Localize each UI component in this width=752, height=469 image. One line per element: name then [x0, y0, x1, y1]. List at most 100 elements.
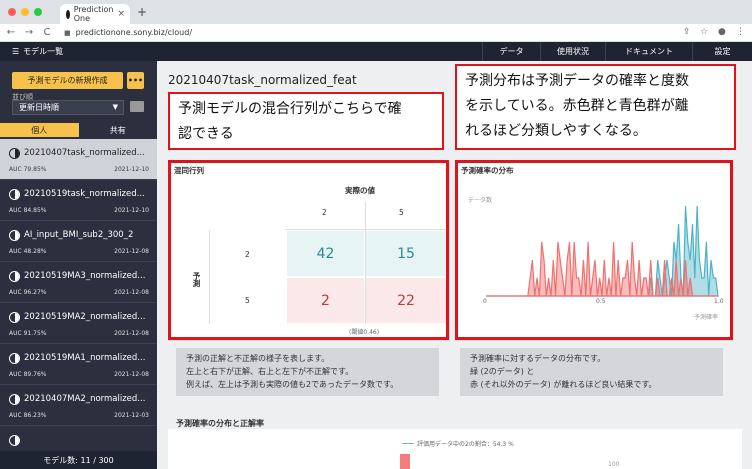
model-list-label: モデル一覧: [23, 47, 64, 56]
minimize-window-icon[interactable]: [21, 8, 29, 16]
model-date: 2021-12-03: [114, 412, 149, 419]
model-name: 20210407MA2_normalized...: [24, 394, 146, 404]
callout-line: を示している。赤色群と青色群が離: [465, 98, 689, 114]
model-name: 20210519MA2_normalized...: [24, 312, 146, 322]
new-folder-icon[interactable]: [130, 101, 144, 112]
model-auc: AUC 86.23%: [9, 412, 47, 419]
model-status-icon: [9, 435, 20, 446]
model-date: 2021-12-10: [114, 166, 149, 173]
callout-distribution: 予測分布は予測データの確率と度数 を示している。赤色群と青色群が離 れるほど分類…: [455, 64, 736, 150]
tab-title: Prediction One: [73, 5, 114, 23]
address-bar: ← → C ■ predictionone.sony.biz/cloud/ ⇪ …: [0, 24, 752, 42]
callout-line: 予測分布は予測データの確率と度数: [465, 73, 689, 89]
model-list-item[interactable]: 20210519MA1_normalized... AUC 89.76% 2021-…: [0, 344, 157, 385]
nav-data[interactable]: データ: [482, 42, 540, 61]
legend-line-icon: [402, 443, 414, 444]
desc-line: 予測の正解と不正解の様子を表します。: [186, 354, 330, 363]
model-name: AI_input_BMI_sub2_300_2: [24, 230, 134, 240]
app-header: ☰ モデル一覧 データ 使用状況 ドキュメント 設定: [0, 42, 752, 61]
model-auc: AUC 89.76%: [9, 371, 47, 378]
sort-select[interactable]: 更新日時順 ▼: [12, 100, 124, 115]
sort-value: 更新日時順: [19, 103, 59, 112]
model-date: 2021-12-08: [114, 371, 149, 378]
desc-line: 例えば、左上は予測も実際の値も2であったデータ数です。: [186, 380, 399, 389]
maximize-window-icon[interactable]: [34, 8, 42, 16]
callout-line: 認できる: [178, 126, 234, 142]
profile-avatar-icon[interactable]: ●: [718, 27, 726, 37]
accuracy-section-title: 予測確率の分布と正解率: [176, 419, 264, 428]
window-controls: [8, 8, 42, 16]
legend: 評価用データ中の2の割合：54.3 %: [402, 439, 514, 448]
menu-icon: ☰: [12, 47, 20, 56]
callout-line: 予測モデルの混合行列がこちらで確: [178, 101, 402, 117]
tick-label: 100: [608, 461, 620, 468]
browser-tab[interactable]: Prediction One ×: [60, 4, 130, 24]
model-title: 20210407task_normalized_feat: [168, 73, 357, 87]
desc-line: 左上と右下が正解、右上と左下が不正解です。: [186, 367, 354, 376]
model-auc: AUC 79.85%: [9, 166, 47, 173]
prediction-one-favicon-icon: [66, 9, 70, 19]
sidebar: 予測モデルの新規作成 ••• 並び順 更新日時順 ▼ 個人 共有 2021040…: [0, 61, 157, 469]
legend-label: 評価用データ中の2の割合：54.3 %: [417, 441, 514, 448]
new-model-button[interactable]: 予測モデルの新規作成: [12, 72, 123, 89]
callout-confusion: 予測モデルの混合行列がこちらで確 認できる: [168, 92, 444, 150]
model-status-icon: [9, 148, 20, 159]
model-list-item[interactable]: AI_input_BMI_sub2_300_2 AUC 48.28% 2021-12…: [0, 221, 157, 262]
model-status-icon: [9, 271, 20, 282]
model-date: 2021-12-08: [114, 248, 149, 255]
model-date: 2021-12-08: [114, 330, 149, 337]
browser-menu-icon[interactable]: ⋮: [736, 27, 745, 37]
confusion-highlight-box: [168, 160, 449, 340]
model-status-icon: [9, 230, 20, 241]
model-name: 20210519MA1_normalized...: [24, 353, 146, 363]
url-field[interactable]: ■ predictionone.sony.biz/cloud/: [64, 28, 192, 37]
distribution-highlight-box: [455, 160, 733, 340]
model-status-icon: [9, 394, 20, 405]
model-list-item[interactable]: 20210519task_normalized... AUC 84.85% 2021…: [0, 180, 157, 221]
reload-icon[interactable]: C: [40, 27, 54, 38]
more-options-button[interactable]: •••: [127, 72, 144, 89]
model-auc: AUC 96.27%: [9, 289, 47, 296]
tab-personal[interactable]: 個人: [0, 123, 79, 137]
model-list-item[interactable]: 20210407MA2_normalized... AUC 86.23% 2021-…: [0, 385, 157, 426]
model-name: 20210519task_normalized...: [24, 189, 145, 199]
accuracy-chart-panel: 評価用データ中の2の割合：54.3 % 100: [168, 429, 742, 469]
model-name: 20210519MA3_normalized...: [24, 271, 146, 281]
model-date: 2021-12-10: [114, 207, 149, 214]
confusion-description: 予測の正解と不正解の様子を表します。 左上と右下が正解、右上と左下が不正解です。…: [176, 348, 439, 396]
model-list: 20210407task_normalized... AUC 79.85% 2021…: [0, 139, 157, 467]
model-count: モデル数: 11 / 300: [0, 451, 157, 469]
nav-documents[interactable]: ドキュメント: [605, 42, 692, 61]
model-status-icon: [9, 189, 20, 200]
desc-line: 予測確率に対するデータの分布です。: [470, 354, 606, 363]
nav-settings[interactable]: 設定: [692, 42, 752, 61]
tab-close-icon[interactable]: ×: [117, 9, 125, 19]
model-tabs: 個人 共有: [0, 123, 157, 137]
model-list-button[interactable]: ☰ モデル一覧: [12, 46, 63, 57]
model-auc: AUC 91.75%: [9, 330, 47, 337]
model-status-icon: [9, 353, 20, 364]
desc-line: 緑 (2のデータ) と: [470, 367, 535, 376]
nav-usage[interactable]: 使用状況: [540, 42, 605, 61]
model-list-item[interactable]: 20210519MA2_normalized... AUC 91.75% 2021-…: [0, 303, 157, 344]
callout-line: れるほど分類しやすくなる。: [465, 123, 647, 139]
back-icon[interactable]: ←: [4, 27, 18, 38]
model-auc: AUC 84.85%: [9, 207, 47, 214]
model-list-item[interactable]: 20210519MA3_normalized... AUC 96.27% 2021-…: [0, 262, 157, 303]
new-tab-button[interactable]: +: [137, 5, 147, 19]
tab-shared[interactable]: 共有: [79, 123, 158, 137]
share-icon[interactable]: ⇪: [683, 27, 691, 37]
model-date: 2021-12-08: [114, 289, 149, 296]
model-status-icon: [9, 312, 20, 323]
forward-icon[interactable]: →: [22, 27, 36, 38]
model-list-item[interactable]: 20210407task_normalized... AUC 79.85% 2021…: [0, 139, 157, 180]
url-text: predictionone.sony.biz/cloud/: [75, 28, 193, 37]
desc-line: 赤 (それ以外のデータ) が離れるほど良い結果です。: [470, 380, 657, 389]
browser-tab-bar: Prediction One × +: [0, 0, 752, 24]
distribution-description: 予測確率に対するデータの分布です。 緑 (2のデータ) と 赤 (それ以外のデー…: [460, 348, 723, 396]
chevron-down-icon: ▼: [112, 103, 118, 111]
star-icon[interactable]: ☆: [700, 27, 708, 37]
close-window-icon[interactable]: [8, 8, 16, 16]
model-name: 20210407task_normalized...: [24, 148, 145, 158]
chart-bar: [400, 454, 410, 469]
